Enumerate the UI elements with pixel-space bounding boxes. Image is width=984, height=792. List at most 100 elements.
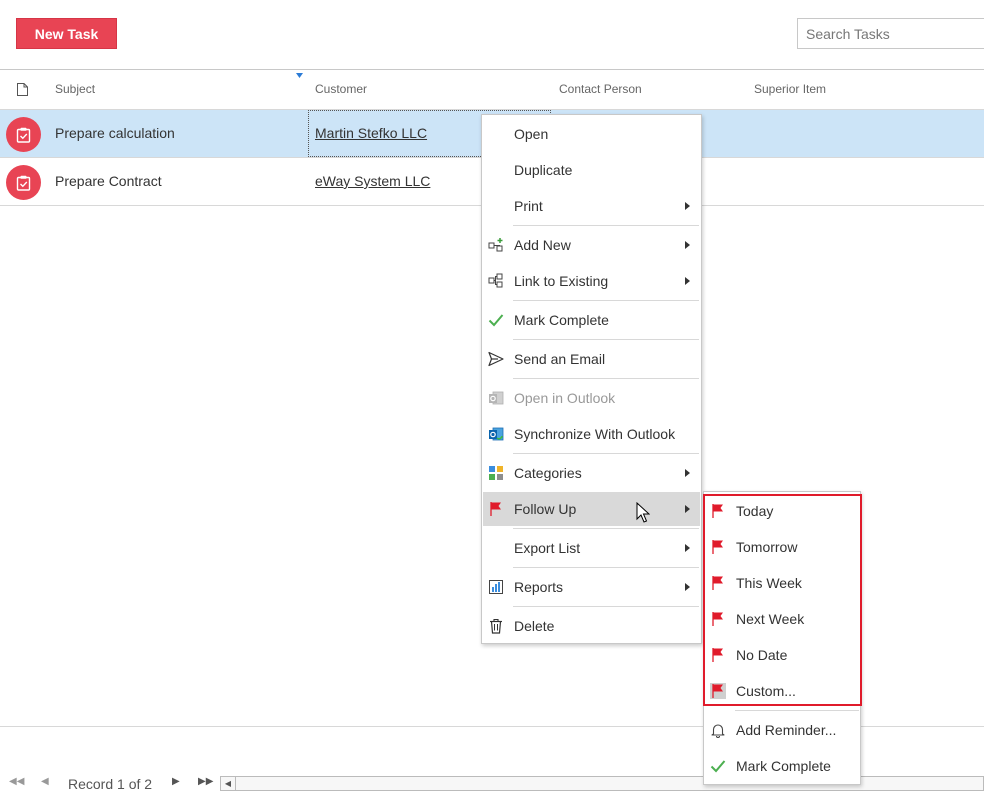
submenu-arrow-icon <box>685 241 690 249</box>
column-header-subject[interactable]: Subject <box>55 82 95 96</box>
submenu-arrow-icon <box>685 469 690 477</box>
menu-item-label: Print <box>514 198 543 214</box>
menu-item-label: Delete <box>514 618 555 634</box>
menu-item-link-to-existing[interactable]: Link to Existing <box>483 264 700 298</box>
first-page-icon[interactable]: ◀◀ <box>9 776 24 787</box>
menu-item-label: Send an Email <box>514 351 606 367</box>
context-menu: Open Duplicate Print Add New Link to Exi… <box>481 114 702 644</box>
menu-item-open[interactable]: Open <box>483 117 700 151</box>
outlook-sync-icon <box>489 427 504 441</box>
menu-item-open-in-outlook[interactable]: Open in Outlook <box>483 381 700 415</box>
menu-item-export-list[interactable]: Export List <box>483 531 700 565</box>
flag-icon <box>712 504 723 518</box>
mouse-cursor-icon <box>636 502 650 523</box>
menu-item-label: Export List <box>514 540 581 556</box>
submenu-arrow-icon <box>685 202 690 210</box>
menu-item-label: Synchronize With Outlook <box>514 426 676 442</box>
task-icon <box>6 117 41 152</box>
menu-item-label: Add New <box>514 237 571 253</box>
task-icon <box>6 165 41 200</box>
menu-separator <box>513 378 699 379</box>
checkmark-icon <box>488 314 504 327</box>
menu-item-label: Add Reminder... <box>736 722 837 738</box>
menu-item-label: No Date <box>736 647 788 663</box>
next-page-icon[interactable]: ▶ <box>172 776 180 787</box>
follow-up-tomorrow[interactable]: Tomorrow <box>705 530 859 564</box>
follow-up-add-reminder[interactable]: Add Reminder... <box>705 713 859 747</box>
menu-item-label: Duplicate <box>514 162 573 178</box>
menu-item-add-new[interactable]: Add New <box>483 228 700 262</box>
flag-custom-icon <box>710 683 726 699</box>
submenu-arrow-icon <box>685 583 690 591</box>
column-header-superior-item[interactable]: Superior Item <box>754 82 826 96</box>
submenu-arrow-icon <box>685 505 690 513</box>
menu-item-label: Categories <box>514 465 582 481</box>
flag-icon <box>712 648 723 662</box>
menu-item-mark-complete[interactable]: Mark Complete <box>483 303 700 337</box>
menu-item-synchronize-outlook[interactable]: Synchronize With Outlook <box>483 417 700 451</box>
categories-icon <box>489 466 503 480</box>
follow-up-today[interactable]: Today <box>705 494 859 528</box>
menu-item-label: Custom... <box>736 683 796 699</box>
menu-item-label: Next Week <box>736 611 805 627</box>
menu-item-label: Follow Up <box>514 501 577 517</box>
menu-item-label: Tomorrow <box>736 539 798 555</box>
flag-icon <box>712 612 723 626</box>
menu-item-label: This Week <box>736 575 802 591</box>
checkmark-icon <box>710 760 726 773</box>
menu-item-categories[interactable]: Categories <box>483 456 700 490</box>
filter-indicator-icon <box>296 73 303 78</box>
last-page-icon[interactable]: ▶▶ <box>198 776 213 787</box>
document-icon <box>17 83 28 96</box>
add-new-icon <box>488 238 503 252</box>
flag-icon <box>712 540 723 554</box>
menu-separator <box>513 528 699 529</box>
submenu-arrow-icon <box>685 277 690 285</box>
menu-separator <box>513 339 699 340</box>
follow-up-this-week[interactable]: This Week <box>705 566 859 600</box>
menu-separator <box>513 300 699 301</box>
follow-up-mark-complete[interactable]: Mark Complete <box>705 749 859 783</box>
row-subject: Prepare Contract <box>55 173 162 189</box>
column-header-contact-person[interactable]: Contact Person <box>559 82 642 96</box>
menu-separator <box>513 225 699 226</box>
menu-separator <box>513 567 699 568</box>
menu-item-reports[interactable]: Reports <box>483 570 700 604</box>
grid-header: Subject Customer Contact Person Superior… <box>0 70 984 110</box>
menu-item-send-email[interactable]: Send an Email <box>483 342 700 376</box>
menu-item-follow-up[interactable]: Follow Up <box>483 492 700 526</box>
menu-item-label: Today <box>736 503 774 519</box>
menu-item-print[interactable]: Print <box>483 189 700 223</box>
horizontal-scrollbar[interactable]: ◀ <box>220 776 984 791</box>
follow-up-no-date[interactable]: No Date <box>705 638 859 672</box>
prev-page-icon[interactable]: ◀ <box>41 776 49 787</box>
follow-up-next-week[interactable]: Next Week <box>705 602 859 636</box>
trash-icon <box>490 618 502 634</box>
scroll-left-icon[interactable]: ◀ <box>221 777 236 790</box>
menu-separator <box>513 606 699 607</box>
menu-item-label: Link to Existing <box>514 273 609 289</box>
customer-link[interactable]: eWay System LLC <box>315 173 430 189</box>
menu-item-label: Mark Complete <box>736 758 831 774</box>
follow-up-submenu: Today Tomorrow This Week Next Week No Da… <box>703 491 861 785</box>
flag-icon <box>712 576 723 590</box>
menu-item-delete[interactable]: Delete <box>483 609 700 643</box>
row-subject: Prepare calculation <box>55 125 175 141</box>
flag-icon <box>490 502 501 516</box>
menu-item-label: Open in Outlook <box>514 390 616 406</box>
menu-item-duplicate[interactable]: Duplicate <box>483 153 700 187</box>
reports-icon <box>489 580 503 594</box>
new-task-button[interactable]: New Task <box>16 18 117 49</box>
menu-item-label: Open <box>514 126 549 142</box>
menu-separator <box>735 710 859 711</box>
menu-item-label: Reports <box>514 579 564 595</box>
follow-up-custom[interactable]: Custom... <box>705 674 859 708</box>
search-tasks-input[interactable] <box>797 18 984 49</box>
link-icon <box>488 273 503 288</box>
send-icon <box>488 351 504 367</box>
menu-item-label: Mark Complete <box>514 312 609 328</box>
bell-icon <box>711 724 725 738</box>
customer-link[interactable]: Martin Stefko LLC <box>315 125 427 141</box>
menu-separator <box>513 453 699 454</box>
column-header-customer[interactable]: Customer <box>315 82 367 96</box>
